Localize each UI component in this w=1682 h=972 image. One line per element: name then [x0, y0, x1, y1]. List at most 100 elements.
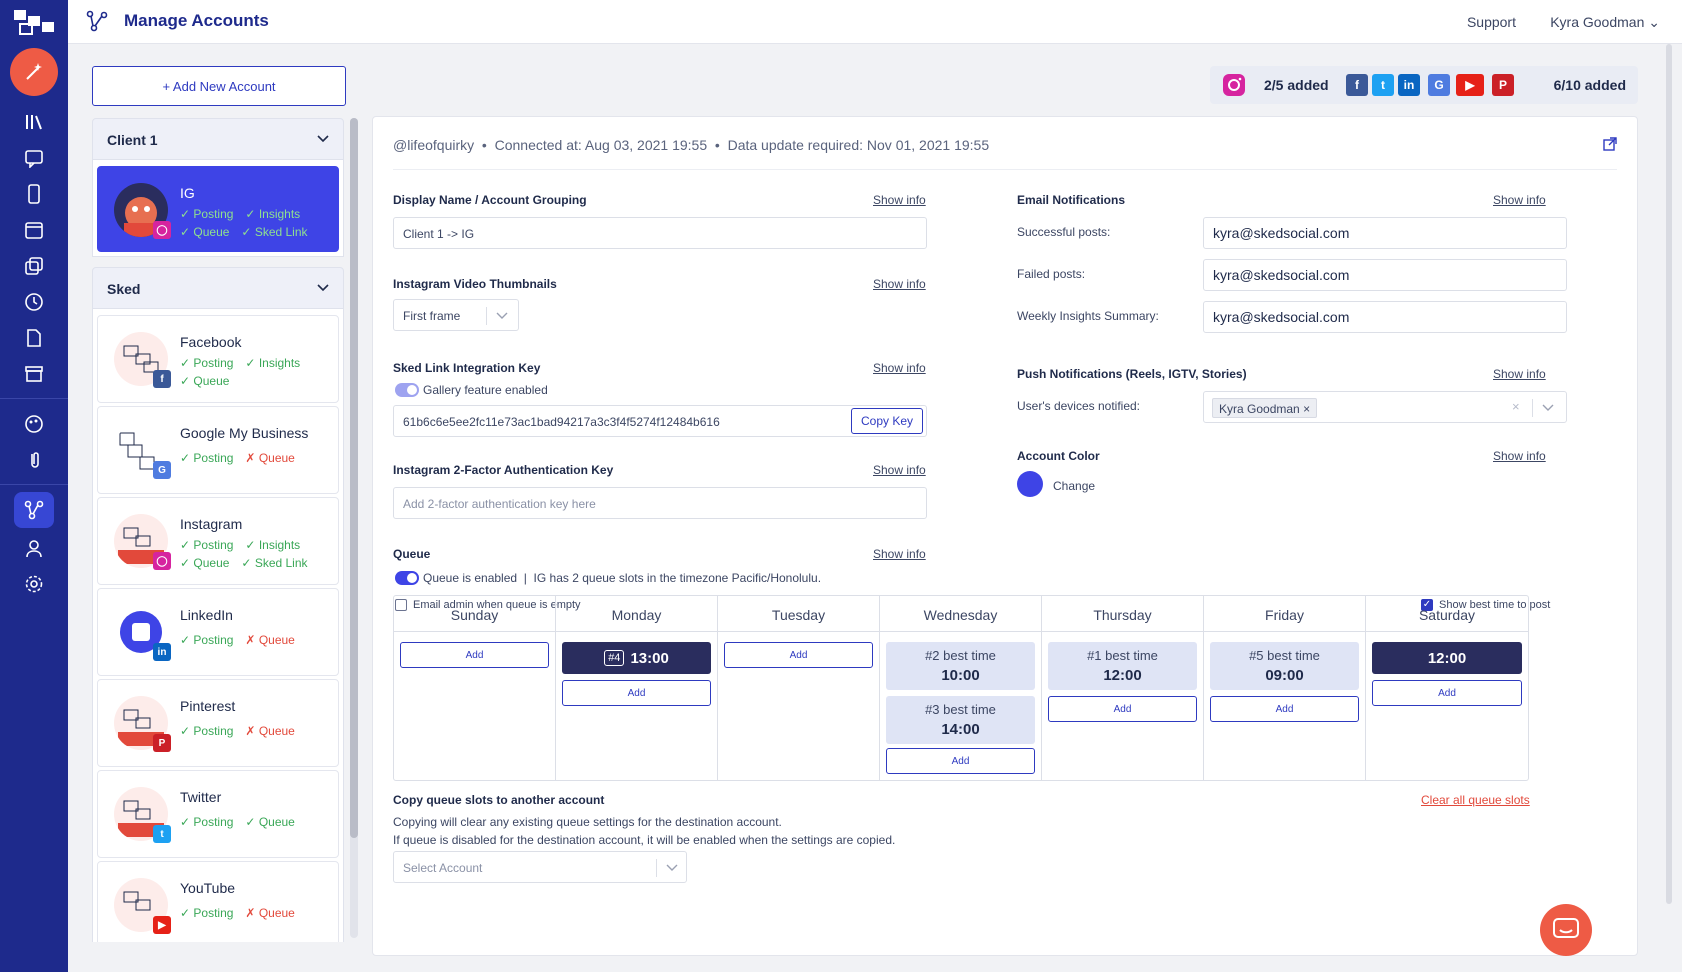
queue-slot[interactable]: #4 13:00 [562, 642, 711, 674]
user-icon[interactable] [14, 530, 54, 566]
page-title: Manage Accounts [124, 11, 269, 30]
accounts-icon[interactable] [14, 492, 54, 528]
palette-icon[interactable] [14, 406, 54, 442]
show-info-link[interactable]: Show info [873, 463, 926, 477]
page-scrollbar[interactable] [1666, 44, 1672, 904]
mobile-icon[interactable] [14, 176, 54, 212]
display-name-label: Display Name / Account Grouping [393, 193, 587, 207]
select-account-dropdown[interactable]: Select Account [393, 851, 687, 883]
add-slot-button[interactable]: Add [724, 642, 873, 668]
history-icon[interactable] [14, 284, 54, 320]
account-card-youtube[interactable]: ▶ YouTube ✓ Posting ✗ Queue [97, 861, 339, 942]
copy-icon[interactable] [14, 248, 54, 284]
account-card-ig[interactable]: ◯ IG ✓ Posting ✓ Insights ✓ Queue ✓ Sked L… [97, 166, 339, 252]
add-new-account-button[interactable]: + Add New Account [92, 66, 346, 106]
video-thumbnails-label: Instagram Video Thumbnails [393, 277, 557, 291]
close-icon[interactable]: × [1303, 402, 1310, 416]
day-header: Friday [1204, 596, 1365, 632]
day-header: Tuesday [718, 596, 879, 632]
chevron-down-icon[interactable] [1542, 401, 1554, 416]
twofa-input[interactable]: Add 2-factor authentication key here [393, 487, 927, 519]
weekly-insights-email[interactable]: kyra@skedsocial.com [1203, 301, 1567, 333]
account-card-twitter[interactable]: t Twitter ✓ Posting ✓ Queue [97, 770, 339, 858]
group-body-client-1: ◯ IG ✓ Posting ✓ Insights ✓ Queue ✓ Sked L… [92, 160, 344, 257]
scrollbar-thumb[interactable] [350, 118, 358, 838]
chevron-down-icon[interactable] [317, 280, 329, 296]
chevron-down-icon[interactable] [317, 131, 329, 147]
show-info-link[interactable]: Show info [873, 361, 926, 375]
account-features: ✓ Posting ✗ Queue [180, 633, 295, 647]
successful-posts-email[interactable]: kyra@skedsocial.com [1203, 217, 1567, 249]
account-color-swatch[interactable] [1017, 471, 1043, 497]
external-link-icon[interactable] [1603, 137, 1617, 154]
show-info-link[interactable]: Show info [1493, 449, 1546, 463]
archive-icon[interactable] [14, 356, 54, 392]
logo-icon[interactable] [12, 6, 56, 40]
clear-icon[interactable]: × [1512, 399, 1520, 414]
devices-notified-select[interactable]: Kyra Goodman × × [1203, 391, 1567, 423]
settings-icon[interactable] [14, 566, 54, 602]
best-time-slot[interactable]: #1 best time 12:00 [1048, 642, 1197, 690]
clip-icon[interactable] [14, 442, 54, 478]
best-time-label: #5 best time [1249, 648, 1320, 663]
user-name: Kyra Goodman [1550, 14, 1645, 30]
user-menu[interactable]: Kyra Goodman ⌄ [1550, 14, 1660, 31]
change-color-button[interactable]: Change [1053, 479, 1095, 493]
data-update-required: Data update required: Nov 01, 2021 19:55 [727, 137, 990, 153]
show-info-link[interactable]: Show info [1493, 193, 1546, 207]
side-navigation [0, 0, 68, 972]
add-slot-button[interactable]: Add [1210, 696, 1359, 722]
account-card-instagram[interactable]: ◯ Instagram ✓ Posting ✓ Insights ✓ Queue ✓… [97, 497, 339, 585]
linkedin-icon: in [153, 643, 171, 661]
best-time-slot[interactable]: #3 best time 14:00 [886, 696, 1035, 744]
add-slot-button[interactable]: Add [400, 642, 549, 668]
best-time-slot[interactable]: #5 best time 09:00 [1210, 642, 1359, 690]
magic-wand-icon[interactable] [10, 48, 58, 96]
show-info-link[interactable]: Show info [873, 277, 926, 291]
document-icon[interactable] [14, 320, 54, 356]
account-quota: 2/5 added f t in G ▶ P 6/10 added [1210, 66, 1638, 104]
queue-info-text: IG has 2 queue slots in the timezone Pac… [533, 571, 822, 585]
queue-toggle[interactable] [395, 571, 419, 585]
account-name: Facebook [180, 334, 242, 350]
account-features: ✓ Posting ✓ Queue [180, 815, 295, 829]
best-time-slot[interactable]: #2 best time 10:00 [886, 642, 1035, 690]
clear-all-queue-slots-link[interactable]: Clear all queue slots [1421, 793, 1530, 807]
account-card-google-my-business[interactable]: G Google My Business ✓ Posting ✗ Queue [97, 406, 339, 494]
account-card-pinterest[interactable]: P Pinterest ✓ Posting ✗ Queue [97, 679, 339, 767]
add-slot-button[interactable]: Add [1372, 680, 1522, 706]
support-link[interactable]: Support [1467, 14, 1516, 30]
copy-queue-note-1: Copying will clear any existing queue se… [393, 815, 782, 829]
pinterest-icon: P [153, 734, 171, 752]
calendar-icon[interactable] [14, 212, 54, 248]
add-slot-button[interactable]: Add [886, 748, 1035, 774]
account-card-linkedin[interactable]: in LinkedIn ✓ Posting ✗ Queue [97, 588, 339, 676]
select-placeholder: Select Account [403, 861, 483, 875]
group-header-client-1[interactable]: Client 1 [92, 118, 344, 160]
show-info-link[interactable]: Show info [873, 547, 926, 561]
twitter-icon: t [153, 825, 171, 843]
failed-posts-email[interactable]: kyra@skedsocial.com [1203, 259, 1567, 291]
copy-key-button[interactable]: Copy Key [851, 408, 923, 434]
account-features: ✓ Queue ✓ Sked Link [180, 556, 308, 570]
weekly-insights-label: Weekly Insights Summary: [1017, 309, 1159, 323]
add-slot-button[interactable]: Add [1048, 696, 1197, 722]
queue-status: Queue is enabled | IG has 2 queue slots … [423, 571, 822, 585]
accounts-scrollbar[interactable] [350, 118, 358, 938]
queue-slot[interactable]: 12:00 [1372, 642, 1522, 674]
display-name-input[interactable]: Client 1 -> IG [393, 217, 927, 249]
show-info-link[interactable]: Show info [873, 193, 926, 207]
video-thumbnails-select[interactable]: First frame [393, 299, 519, 331]
account-name: LinkedIn [180, 607, 233, 623]
google-my-business-icon: G [153, 461, 171, 479]
library-icon[interactable] [14, 104, 54, 140]
group-header-sked[interactable]: Sked [92, 267, 344, 309]
add-slot-button[interactable]: Add [562, 680, 711, 706]
show-info-link[interactable]: Show info [1493, 367, 1546, 381]
sked-link-key-input[interactable]: 61b6c6e5ee2fc11e73ac1bad94217a3c3f4f5274… [393, 405, 927, 437]
devices-notified-label: User's devices notified: [1017, 399, 1141, 413]
chat-launcher-button[interactable] [1540, 904, 1592, 956]
chat-icon[interactable] [14, 140, 54, 176]
gallery-feature-toggle[interactable] [395, 383, 419, 397]
account-card-facebook[interactable]: f Facebook ✓ Posting ✓ Insights ✓ Queue [97, 315, 339, 403]
